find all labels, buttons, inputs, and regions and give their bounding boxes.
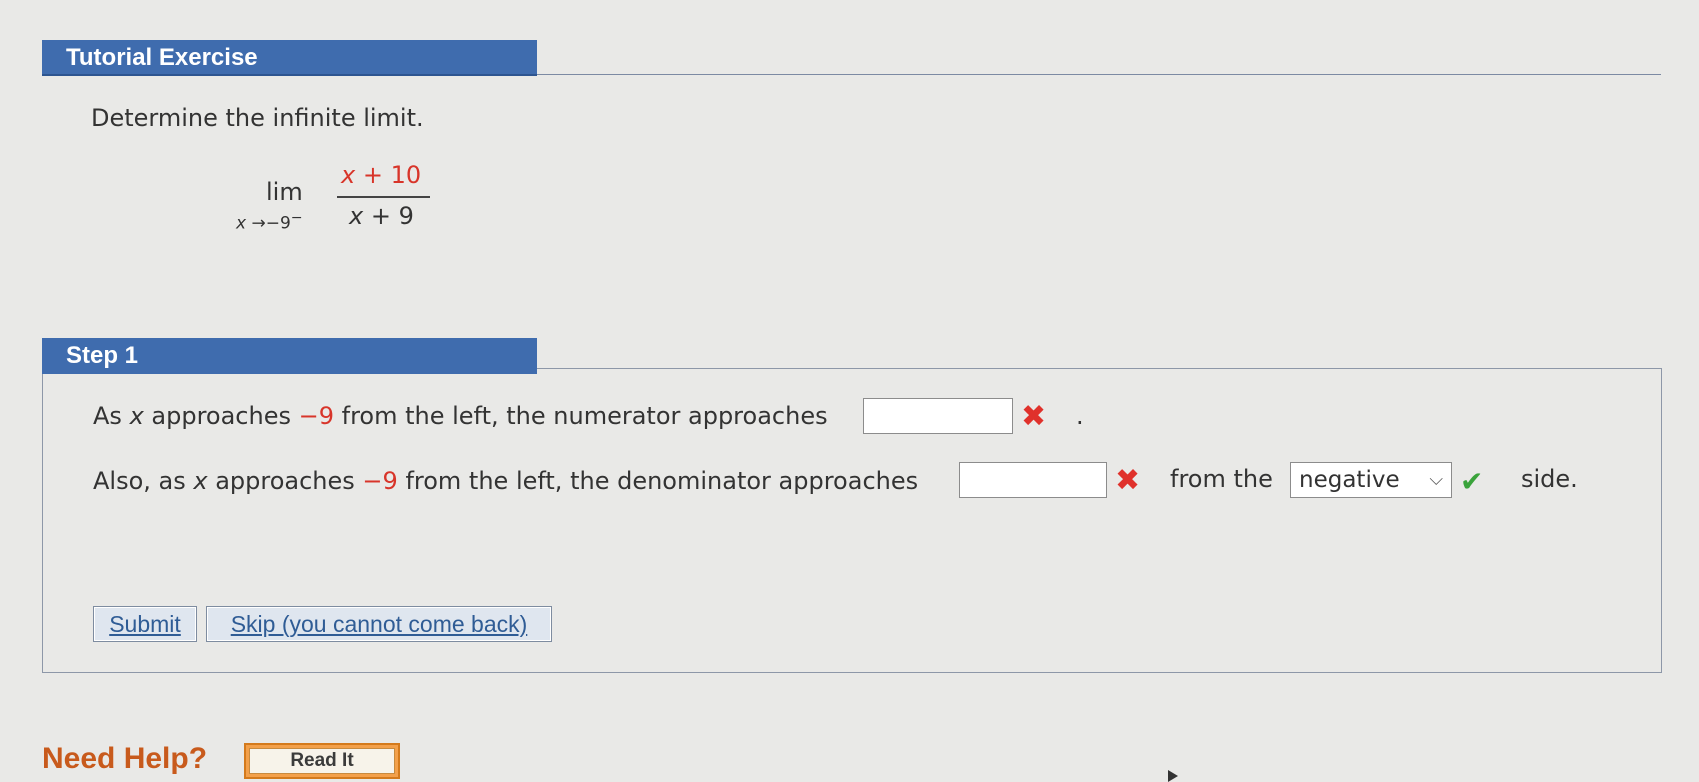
incorrect-x-icon: ✖ bbox=[1021, 399, 1047, 434]
line1-trailing: . bbox=[1076, 402, 1084, 430]
line2-part3: from the left, the denominator approache… bbox=[397, 467, 919, 495]
chevron-down-icon: ⌵ bbox=[1429, 469, 1443, 490]
limit-subscript-var: x bbox=[236, 213, 247, 234]
side-select-value: negative bbox=[1299, 467, 1400, 493]
limit-subscript: x →−9− bbox=[236, 210, 303, 234]
fraction-numerator: x + 10 bbox=[341, 161, 421, 189]
correct-check-icon: ✔ bbox=[1460, 465, 1484, 498]
numerator-answer-input[interactable] bbox=[863, 398, 1013, 434]
mouse-cursor-icon bbox=[1168, 770, 1178, 782]
step-line-1-text: As x approaches −9 from the left, the nu… bbox=[93, 402, 828, 430]
line2-part2: approaches bbox=[207, 467, 363, 495]
arrow-icon: → bbox=[251, 213, 266, 234]
limit-subscript-value: −9 bbox=[265, 213, 291, 234]
fraction-denominator: x + 9 bbox=[349, 202, 414, 230]
denominator-answer-input[interactable] bbox=[959, 462, 1107, 498]
line1-part1: As bbox=[93, 402, 130, 430]
page: Tutorial Exercise Determine the infinite… bbox=[0, 0, 1699, 782]
limit-subscript-side: − bbox=[290, 210, 303, 226]
denominator-rest: + 9 bbox=[370, 202, 414, 230]
limit-operator: lim bbox=[266, 178, 303, 206]
submit-button[interactable]: Submit bbox=[93, 606, 197, 642]
line2-part1: Also, as bbox=[93, 467, 194, 495]
header-divider bbox=[537, 74, 1661, 75]
fraction-bar bbox=[337, 196, 430, 198]
read-it-button[interactable]: Read It bbox=[244, 743, 400, 779]
numerator-rest: + 10 bbox=[362, 161, 422, 189]
line1-part2: approaches bbox=[143, 402, 299, 430]
numerator-var: x bbox=[341, 161, 356, 189]
line2-part4: from the bbox=[1170, 465, 1273, 493]
question-text: Determine the infinite limit. bbox=[91, 104, 424, 132]
line1-value: −9 bbox=[298, 402, 334, 430]
line1-var: x bbox=[129, 402, 144, 430]
need-help-label: Need Help? bbox=[42, 742, 208, 775]
side-select[interactable]: negative ⌵ bbox=[1290, 462, 1452, 498]
skip-button[interactable]: Skip (you cannot come back) bbox=[206, 606, 552, 642]
incorrect-x-icon: ✖ bbox=[1115, 463, 1141, 498]
step-header: Step 1 bbox=[42, 338, 537, 374]
line2-var: x bbox=[193, 467, 208, 495]
line2-value: −9 bbox=[362, 467, 398, 495]
read-it-label: Read It bbox=[249, 748, 395, 774]
line2-part5: side. bbox=[1521, 465, 1578, 493]
step-line-2-text: Also, as x approaches −9 from the left, … bbox=[93, 467, 918, 495]
denominator-var: x bbox=[349, 202, 364, 230]
tutorial-header: Tutorial Exercise bbox=[42, 40, 537, 76]
line1-part3: from the left, the numerator approaches bbox=[334, 402, 828, 430]
